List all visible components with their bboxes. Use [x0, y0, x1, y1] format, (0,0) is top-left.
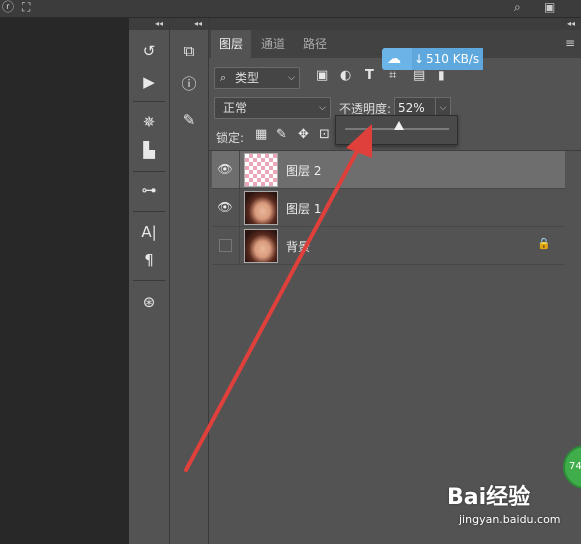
baidu-watermark: Bai经验 — [447, 485, 531, 510]
annotation-arrow — [184, 124, 372, 472]
annotation-arrow-head — [346, 124, 372, 158]
watermark-url: jingyan.baidu.com — [459, 513, 561, 526]
annotation-arrow-shaft — [184, 140, 364, 472]
